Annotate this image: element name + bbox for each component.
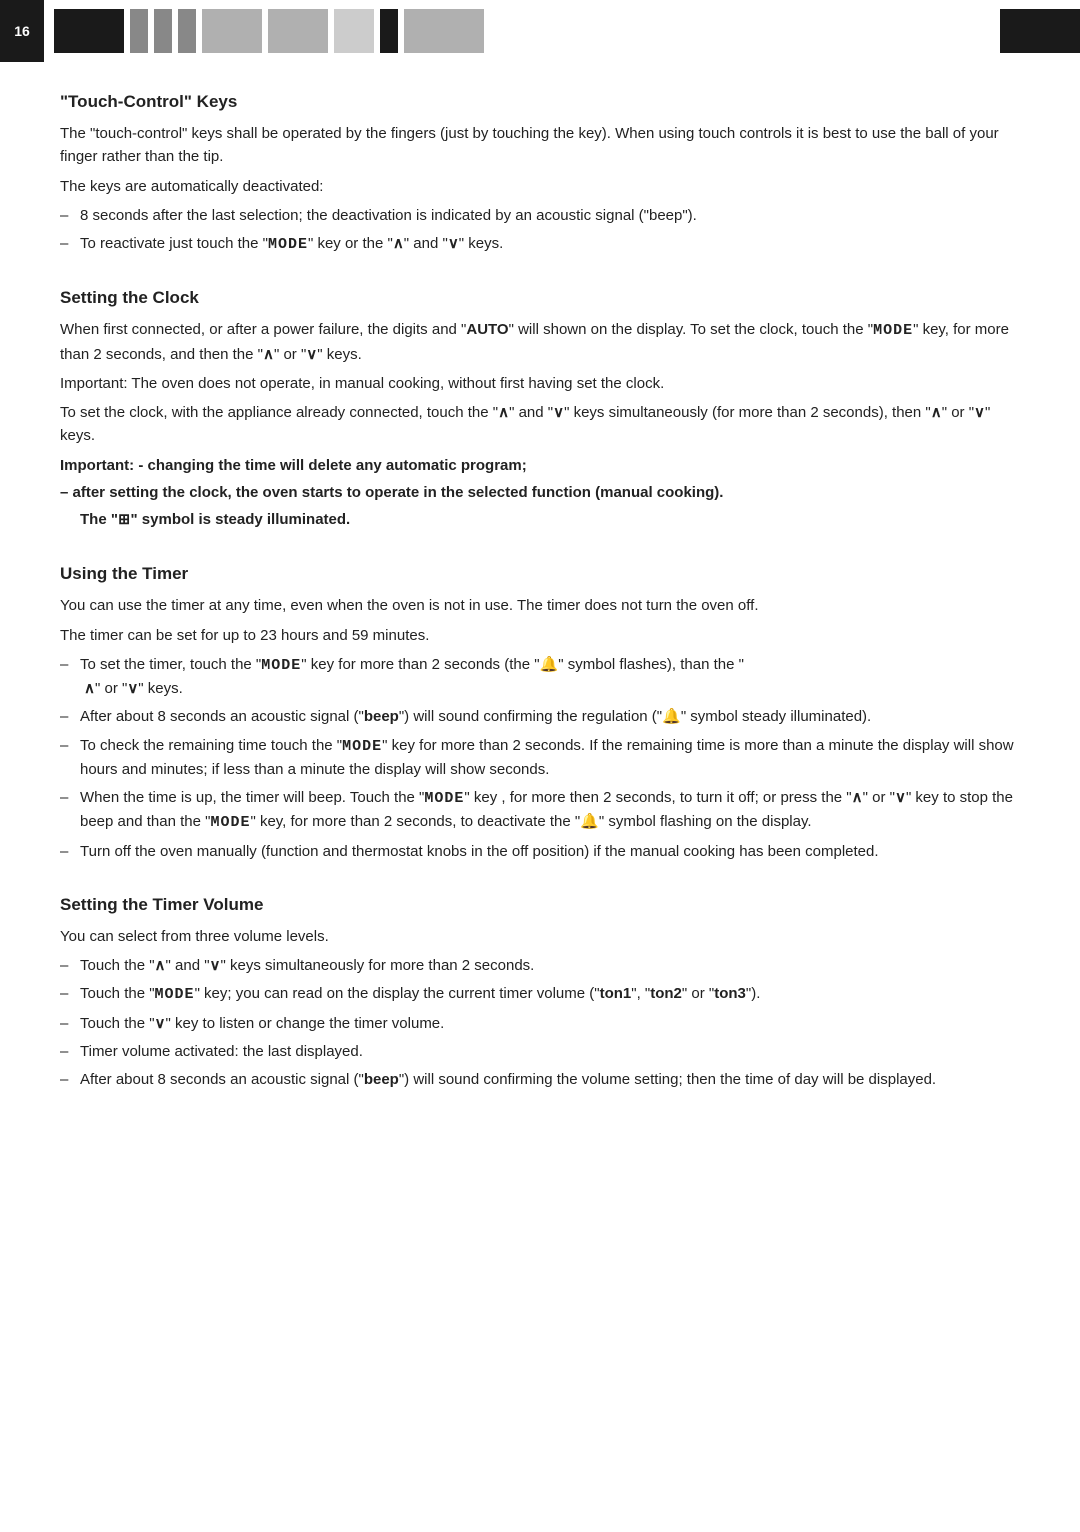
- touch-control-title: "Touch-Control" Keys: [60, 92, 1020, 112]
- using-timer-para2: The timer can be set for up to 23 hours …: [60, 624, 1020, 647]
- header-block-2: [130, 9, 148, 53]
- setting-clock-para2: Important: The oven does not operate, in…: [60, 372, 1020, 395]
- timer-volume-list: Touch the "∧" and "∨" keys simultaneousl…: [60, 954, 1020, 1091]
- touch-control-para1: The "touch-control" keys shall be operat…: [60, 122, 1020, 169]
- using-timer-item5: Turn off the oven manually (function and…: [60, 840, 1020, 863]
- using-timer-item2: After about 8 seconds an acoustic signal…: [60, 705, 1020, 728]
- setting-clock-important2: – after setting the clock, the oven star…: [60, 481, 1020, 504]
- header-block-6: [268, 9, 328, 53]
- timer-volume-item4: Timer volume activated: the last display…: [60, 1040, 1020, 1063]
- timer-volume-title: Setting the Timer Volume: [60, 895, 1020, 915]
- section-setting-clock: Setting the Clock When first connected, …: [60, 288, 1020, 532]
- page-content: "Touch-Control" Keys The "touch-control"…: [0, 92, 1080, 1163]
- header-block-7: [334, 9, 374, 53]
- touch-control-item1: 8 seconds after the last selection; the …: [60, 204, 1020, 227]
- using-timer-title: Using the Timer: [60, 564, 1020, 584]
- section-touch-control: "Touch-Control" Keys The "touch-control"…: [60, 92, 1020, 256]
- header-block-10: [1000, 9, 1080, 53]
- setting-clock-title: Setting the Clock: [60, 288, 1020, 308]
- touch-control-item2: To reactivate just touch the "MODE" key …: [60, 232, 1020, 256]
- setting-clock-important1: Important: - changing the time will dele…: [60, 454, 1020, 477]
- section-timer-volume: Setting the Timer Volume You can select …: [60, 895, 1020, 1092]
- header-blocks: [44, 0, 1080, 62]
- page-number: 16: [0, 0, 44, 62]
- header-block-3: [154, 9, 172, 53]
- header-block-8: [380, 9, 398, 53]
- using-timer-list: To set the timer, touch the "MODE" key f…: [60, 653, 1020, 863]
- timer-volume-para1: You can select from three volume levels.: [60, 925, 1020, 948]
- using-timer-para1: You can use the timer at any time, even …: [60, 594, 1020, 617]
- header-block-1: [54, 9, 124, 53]
- header-block-4: [178, 9, 196, 53]
- using-timer-item1: To set the timer, touch the "MODE" key f…: [60, 653, 1020, 701]
- timer-volume-item1: Touch the "∧" and "∨" keys simultaneousl…: [60, 954, 1020, 977]
- timer-volume-item5: After about 8 seconds an acoustic signal…: [60, 1068, 1020, 1091]
- using-timer-item4: When the time is up, the timer will beep…: [60, 786, 1020, 835]
- header-block-9: [404, 9, 484, 53]
- timer-volume-item2: Touch the "MODE" key; you can read on th…: [60, 982, 1020, 1006]
- section-using-timer: Using the Timer You can use the timer at…: [60, 564, 1020, 863]
- touch-control-para2: The keys are automatically deactivated:: [60, 175, 1020, 198]
- setting-clock-para3: To set the clock, with the appliance alr…: [60, 401, 1020, 448]
- header-block-5: [202, 9, 262, 53]
- using-timer-item3: To check the remaining time touch the "M…: [60, 734, 1020, 782]
- timer-volume-item3: Touch the "∨" key to listen or change th…: [60, 1012, 1020, 1035]
- setting-clock-important3: The "⊞" symbol is steady illuminated.: [60, 508, 1020, 532]
- setting-clock-para1: When first connected, or after a power f…: [60, 318, 1020, 366]
- touch-control-list: 8 seconds after the last selection; the …: [60, 204, 1020, 257]
- header-bar: 16: [0, 0, 1080, 62]
